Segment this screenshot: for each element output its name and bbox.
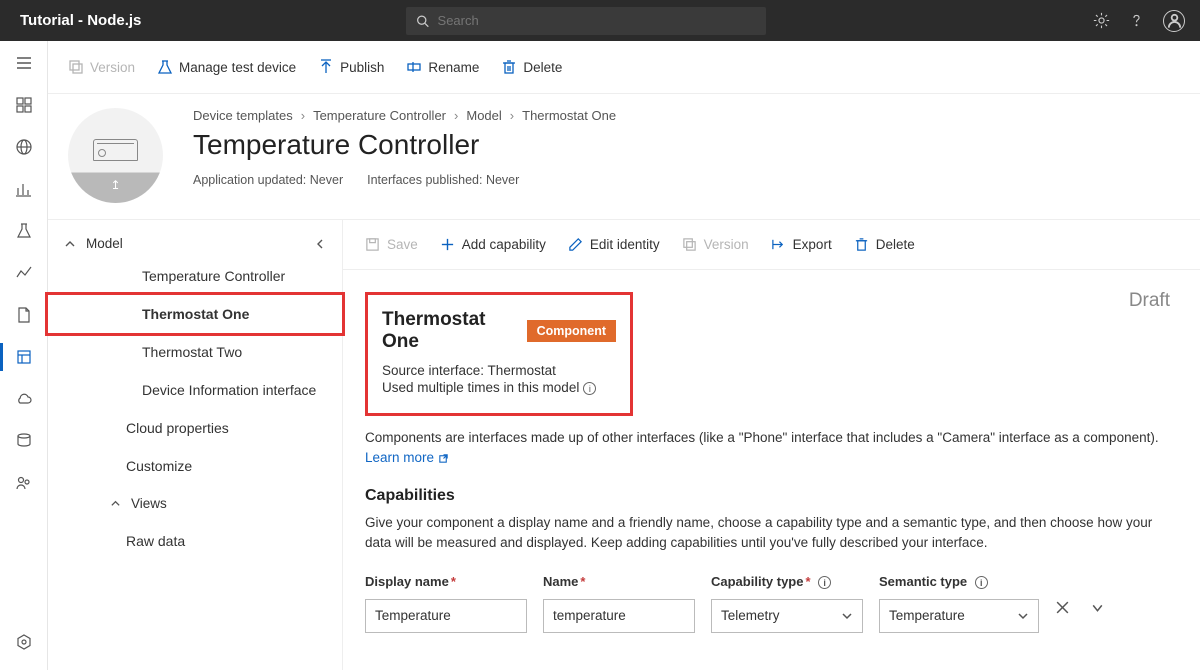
- delete-template-button[interactable]: Delete: [501, 59, 562, 75]
- manage-label: Manage test device: [179, 60, 296, 75]
- breadcrumb-temp-controller[interactable]: Temperature Controller: [313, 108, 446, 123]
- edit-id-label: Edit identity: [590, 237, 660, 252]
- save-label: Save: [387, 237, 418, 252]
- delete-component-button[interactable]: Delete: [854, 237, 915, 252]
- rail-cloud-icon[interactable]: [14, 389, 34, 409]
- publish-label: Publish: [340, 60, 384, 75]
- rail-users-icon[interactable]: [14, 473, 34, 493]
- semtype-value: Temperature: [889, 608, 965, 623]
- app-title: Tutorial - Node.js: [0, 12, 161, 29]
- source-interface-text: Source interface: Thermostat: [382, 363, 616, 378]
- tree-device-info[interactable]: Device Information interface: [48, 371, 342, 409]
- delete2-label: Delete: [876, 237, 915, 252]
- model-tree: Model Temperature Controller Thermostat …: [48, 220, 343, 670]
- tree-raw-data[interactable]: Raw data: [48, 522, 342, 560]
- capability-type-select[interactable]: Telemetry: [711, 599, 863, 633]
- add-capability-button[interactable]: Add capability: [440, 237, 546, 252]
- remove-row-icon[interactable]: [1055, 600, 1070, 615]
- tree-model-header[interactable]: Model: [48, 230, 342, 257]
- info-icon[interactable]: i: [583, 382, 596, 395]
- breadcrumb-device-templates[interactable]: Device templates: [193, 108, 293, 123]
- capabilities-heading: Capabilities: [365, 487, 1170, 505]
- rename-label: Rename: [428, 60, 479, 75]
- rail-data-icon[interactable]: [14, 431, 34, 451]
- tree-thermostat-two[interactable]: Thermostat Two: [48, 333, 342, 371]
- captype-value: Telemetry: [721, 608, 780, 623]
- component-description: Components are interfaces made up of oth…: [365, 428, 1170, 467]
- tree-cloud-properties[interactable]: Cloud properties: [48, 409, 342, 447]
- rail-settings-icon[interactable]: [14, 632, 34, 652]
- breadcrumb-current: Thermostat One: [522, 108, 616, 123]
- template-avatar-icon: ↥: [68, 108, 163, 203]
- used-multiple-text: Used multiple times in this modeli: [382, 380, 616, 395]
- component-badge: Component: [527, 320, 616, 342]
- publish-button[interactable]: Publish: [318, 59, 384, 75]
- rail-analytics-icon[interactable]: [14, 263, 34, 283]
- capability-row: Display name* Name* Capability type* i T…: [365, 574, 1170, 633]
- version-component-button[interactable]: Version: [682, 237, 749, 252]
- breadcrumb: Device templates› Temperature Controller…: [193, 108, 1180, 123]
- component-summary-box: Thermostat One Component Source interfac…: [365, 292, 633, 416]
- tree-views-header[interactable]: Views: [48, 485, 342, 522]
- interfaces-published: Interfaces published: Never: [367, 173, 519, 187]
- expand-row-icon[interactable]: [1090, 600, 1105, 615]
- nav-rail: [0, 41, 48, 670]
- app-updated: Application updated: Never: [193, 173, 343, 187]
- display-name-input[interactable]: [365, 599, 527, 633]
- rail-globe-icon[interactable]: [14, 137, 34, 157]
- version-button[interactable]: Version: [68, 59, 135, 75]
- rail-file-icon[interactable]: [14, 305, 34, 325]
- tree-model-label: Model: [86, 236, 123, 251]
- tree-customize[interactable]: Customize: [48, 447, 342, 485]
- delete-label: Delete: [523, 60, 562, 75]
- draft-status: Draft: [1129, 290, 1170, 312]
- capabilities-description: Give your component a display name and a…: [365, 513, 1170, 554]
- search-icon: [416, 14, 429, 28]
- rename-button[interactable]: Rename: [406, 59, 479, 75]
- breadcrumb-model[interactable]: Model: [466, 108, 501, 123]
- display-name-label: Display name*: [365, 574, 527, 589]
- name-label: Name*: [543, 574, 695, 589]
- chevron-down-icon: [1017, 610, 1029, 622]
- export-label: Export: [793, 237, 832, 252]
- avatar[interactable]: [1163, 10, 1185, 32]
- export-button[interactable]: Export: [771, 237, 832, 252]
- manage-test-device-button[interactable]: Manage test device: [157, 59, 296, 75]
- info-icon[interactable]: i: [818, 576, 831, 589]
- tree-temp-controller[interactable]: Temperature Controller: [48, 257, 342, 295]
- component-title: Thermostat One: [382, 309, 513, 353]
- gear-icon[interactable]: [1093, 12, 1110, 29]
- semantic-type-label: Semantic type i: [879, 574, 1039, 589]
- chevron-down-icon: [841, 610, 853, 622]
- capability-type-label: Capability type* i: [711, 574, 863, 589]
- help-icon[interactable]: [1128, 12, 1145, 29]
- capability-toolbar: Save Add capability Edit identity Versio…: [343, 220, 1200, 270]
- tree-views-label: Views: [131, 496, 167, 511]
- search-input[interactable]: [438, 13, 757, 28]
- rail-template-icon[interactable]: [14, 347, 34, 367]
- page-title: Temperature Controller: [193, 129, 1180, 161]
- add-cap-label: Add capability: [462, 237, 546, 252]
- rail-chart-icon[interactable]: [14, 179, 34, 199]
- edit-identity-button[interactable]: Edit identity: [568, 237, 660, 252]
- version2-label: Version: [704, 237, 749, 252]
- version-label: Version: [90, 60, 135, 75]
- hamburger-icon[interactable]: [14, 53, 34, 73]
- learn-more-link[interactable]: Learn more: [365, 450, 449, 465]
- search-box[interactable]: [406, 7, 766, 35]
- save-button[interactable]: Save: [365, 237, 418, 252]
- rail-flask-icon[interactable]: [14, 221, 34, 241]
- name-input[interactable]: [543, 599, 695, 633]
- semantic-type-select[interactable]: Temperature: [879, 599, 1039, 633]
- info-icon[interactable]: i: [975, 576, 988, 589]
- tree-thermostat-one[interactable]: Thermostat One: [45, 292, 345, 336]
- template-toolbar: Version Manage test device Publish Renam…: [48, 41, 1200, 94]
- rail-dashboard-icon[interactable]: [14, 95, 34, 115]
